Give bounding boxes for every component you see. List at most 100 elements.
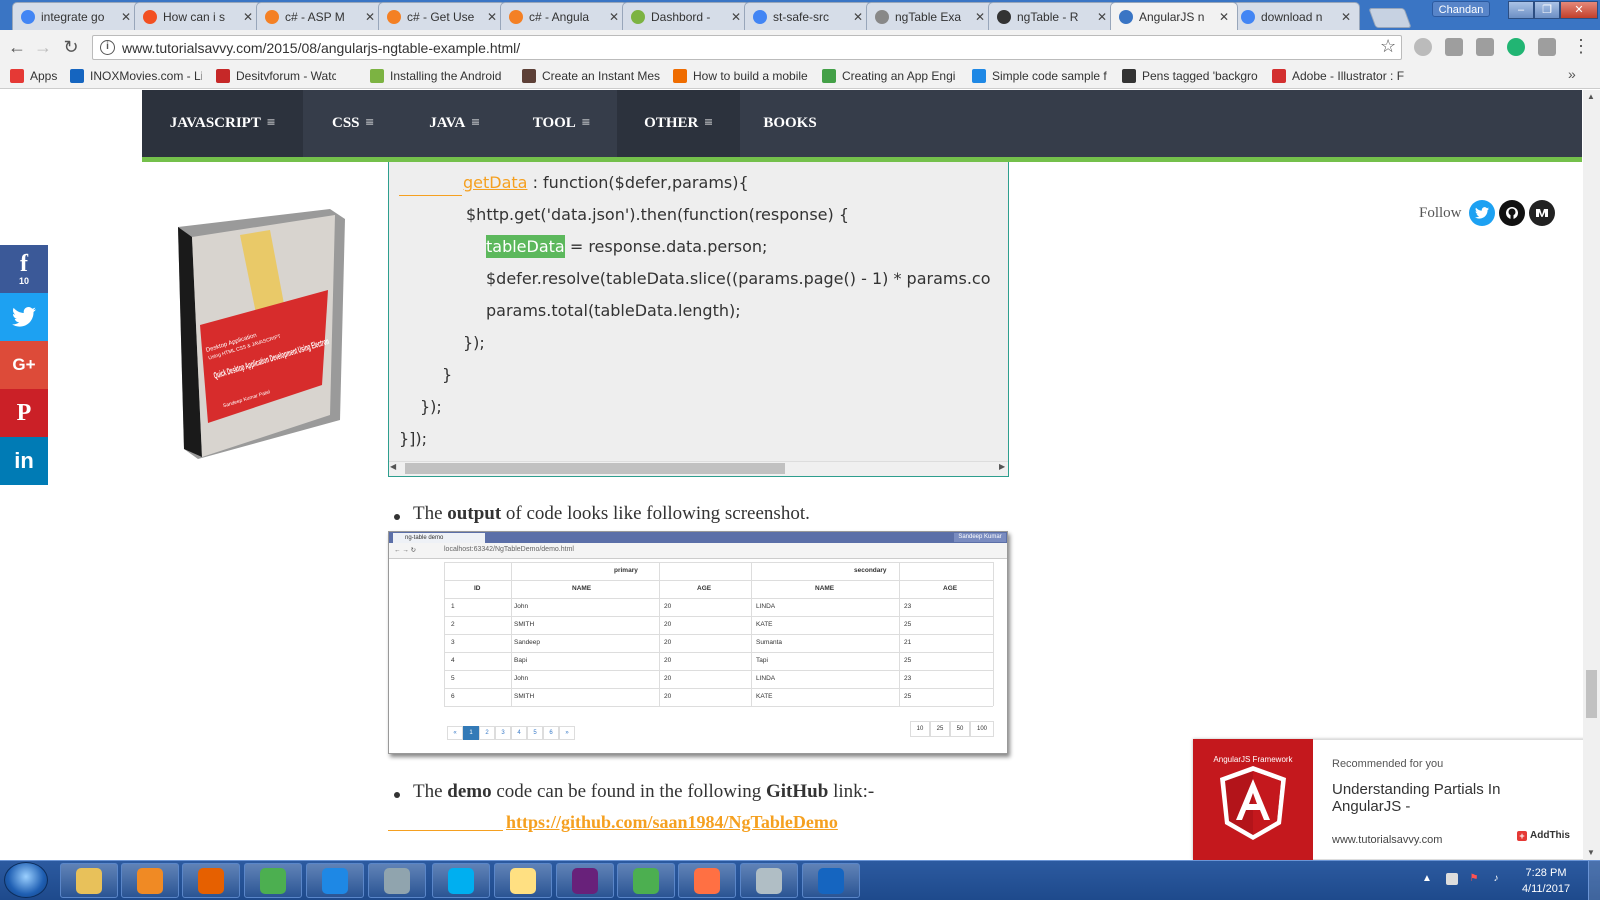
close-tab-icon[interactable]: ✕	[363, 10, 377, 24]
github-follow-icon[interactable]	[1499, 200, 1525, 226]
googleplus-share-button[interactable]: G+	[0, 341, 48, 389]
taskbar-snipping-tool-button[interactable]	[678, 863, 736, 898]
bookmarks-overflow-icon[interactable]: »	[1568, 66, 1576, 82]
taskbar-skype-button[interactable]	[432, 863, 490, 898]
taskbar-network-button[interactable]	[368, 863, 426, 898]
bookmark-item[interactable]: Apps	[10, 67, 62, 85]
taskbar-chrome-2-button[interactable]	[617, 863, 675, 898]
bookmark-icon	[1122, 69, 1136, 83]
taskbar-powershell-button[interactable]	[802, 863, 860, 898]
reload-button[interactable]: ↻	[60, 36, 82, 58]
maximize-button[interactable]: ❐	[1534, 1, 1560, 19]
browser-tab[interactable]: c# - ASP M ✕	[256, 2, 384, 30]
close-tab-icon[interactable]: ✕	[973, 10, 987, 24]
facebook-share-button[interactable]: f 10	[0, 245, 48, 293]
browser-tab[interactable]: How can i s ✕	[134, 2, 262, 30]
browser-tab[interactable]: ngTable - R ✕	[988, 2, 1116, 30]
output-screenshot-image[interactable]: ng-table demo Sandeep Kumar ← → ↻ localh…	[388, 531, 1008, 754]
code-scroll-thumb[interactable]	[405, 463, 785, 474]
bookmark-item[interactable]: How to build a mobile	[673, 67, 813, 85]
action-center-tray-icon[interactable]: ⚑	[1468, 873, 1480, 885]
network-tray-icon[interactable]	[1446, 873, 1458, 885]
twitter-share-button[interactable]	[0, 293, 48, 341]
new-tab-button[interactable]	[1368, 8, 1412, 28]
bookmark-item[interactable]: Desitvforum - Watch	[216, 67, 336, 85]
ebook-cover-image[interactable]: Desktop Application Using HTML CSS & JAV…	[170, 205, 350, 460]
profile-badge[interactable]: Chandan	[1432, 1, 1490, 17]
bookmark-item[interactable]: INOXMovies.com - Liv	[70, 67, 202, 85]
bookmark-item[interactable]: Installing the Android	[370, 67, 510, 85]
bookmark-item[interactable]: Pens tagged 'backgro	[1122, 67, 1262, 85]
browser-tab[interactable]: download n ✕	[1232, 2, 1360, 30]
google-extension-icon[interactable]	[1445, 38, 1463, 56]
nav-books[interactable]: BOOKS	[740, 90, 840, 157]
scroll-left-arrow-icon[interactable]: ◀	[390, 462, 396, 471]
browser-tab[interactable]: AngularJS n ✕	[1110, 2, 1238, 30]
code-link-getdata[interactable]: getData	[463, 173, 527, 192]
pinterest-share-button[interactable]: P	[0, 389, 48, 437]
bookmark-item[interactable]: Adobe - Illustrator : F	[1272, 67, 1412, 85]
close-tab-icon[interactable]: ✕	[1339, 10, 1353, 24]
close-tab-icon[interactable]: ✕	[241, 10, 255, 24]
nav-java[interactable]: JAVA ≡	[403, 90, 506, 157]
table-cell: 20	[664, 639, 672, 646]
taskbar-firefox-button[interactable]	[182, 863, 240, 898]
nav-javascript[interactable]: JAVASCRIPT ≡	[142, 90, 303, 157]
column-header: AGE	[943, 585, 958, 592]
tray-clock[interactable]: 7:28 PM 4/11/2017	[1516, 865, 1576, 897]
bookmark-item[interactable]: Create an Instant Mes	[522, 67, 662, 85]
volume-tray-icon[interactable]: ♪	[1490, 873, 1502, 885]
taskbar-notepad-button[interactable]	[740, 863, 798, 898]
bookmark-item[interactable]: Creating an App Engi	[822, 67, 962, 85]
browser-tab[interactable]: integrate go ✕	[12, 2, 140, 30]
addthis-badge[interactable]: + AddThis	[1517, 830, 1570, 841]
menu-icon[interactable]: ⋮	[1572, 36, 1590, 57]
bookmark-star-icon[interactable]: ☆	[1380, 36, 1396, 57]
browser-tab[interactable]: ngTable Exa ✕	[866, 2, 994, 30]
browser-tab[interactable]: st-safe-src ✕	[744, 2, 872, 30]
back-button[interactable]: ←	[6, 36, 28, 58]
browser-tab[interactable]: Dashbord - ✕	[622, 2, 750, 30]
close-tab-icon[interactable]: ✕	[1217, 10, 1231, 24]
taskbar-explorer-button[interactable]	[60, 863, 118, 898]
recommended-title[interactable]: Understanding Partials In AngularJS -	[1332, 781, 1562, 815]
taskbar-sticky-notes-button[interactable]	[494, 863, 552, 898]
nav-tool[interactable]: TOOL ≡	[506, 90, 617, 157]
tray-expand-icon[interactable]: ▲	[1421, 873, 1433, 885]
nav-other[interactable]: OTHER ≡	[617, 90, 740, 157]
extension-icon[interactable]	[1538, 38, 1556, 56]
bookmark-item[interactable]: Simple code sample f	[972, 67, 1112, 85]
start-button[interactable]	[4, 862, 48, 898]
close-tab-icon[interactable]: ✕	[485, 10, 499, 24]
github-link[interactable]: https://github.com/saan1984/NgTableDemo	[506, 812, 838, 833]
browser-tab[interactable]: c# - Get Use ✕	[378, 2, 506, 30]
page-vertical-scrollbar[interactable]	[1583, 90, 1600, 860]
close-window-button[interactable]: ✕	[1560, 1, 1598, 19]
nav-css[interactable]: CSS ≡	[303, 90, 403, 157]
linkedin-share-button[interactable]: in	[0, 437, 48, 485]
twitter-follow-icon[interactable]	[1469, 200, 1495, 226]
close-tab-icon[interactable]: ✕	[851, 10, 865, 24]
taskbar-internet-explorer-button[interactable]	[306, 863, 364, 898]
taskbar-chrome-button[interactable]	[244, 863, 302, 898]
grammarly-extension-icon[interactable]	[1507, 38, 1525, 56]
scroll-right-arrow-icon[interactable]: ▶	[999, 462, 1005, 471]
camera-extension-icon[interactable]	[1476, 38, 1494, 56]
close-tab-icon[interactable]: ✕	[607, 10, 621, 24]
minimize-button[interactable]: –	[1508, 1, 1534, 19]
show-desktop-button[interactable]	[1588, 861, 1600, 900]
medium-follow-icon[interactable]	[1529, 200, 1555, 226]
url-text[interactable]: www.tutorialsavvy.com/2015/08/angularjs-…	[122, 40, 520, 56]
globe-extension-icon[interactable]	[1414, 38, 1432, 56]
scroll-up-arrow-icon[interactable]: ▲	[1587, 92, 1595, 101]
forward-button[interactable]: →	[32, 36, 54, 58]
scroll-down-arrow-icon[interactable]: ▼	[1587, 848, 1595, 857]
page-scroll-thumb[interactable]	[1586, 670, 1597, 718]
close-tab-icon[interactable]: ✕	[1095, 10, 1109, 24]
taskbar-media-player-button[interactable]	[121, 863, 179, 898]
close-tab-icon[interactable]: ✕	[119, 10, 133, 24]
taskbar-visual-studio-button[interactable]	[556, 863, 614, 898]
site-info-icon[interactable]: i	[100, 40, 115, 55]
browser-tab[interactable]: c# - Angula ✕	[500, 2, 628, 30]
close-tab-icon[interactable]: ✕	[729, 10, 743, 24]
